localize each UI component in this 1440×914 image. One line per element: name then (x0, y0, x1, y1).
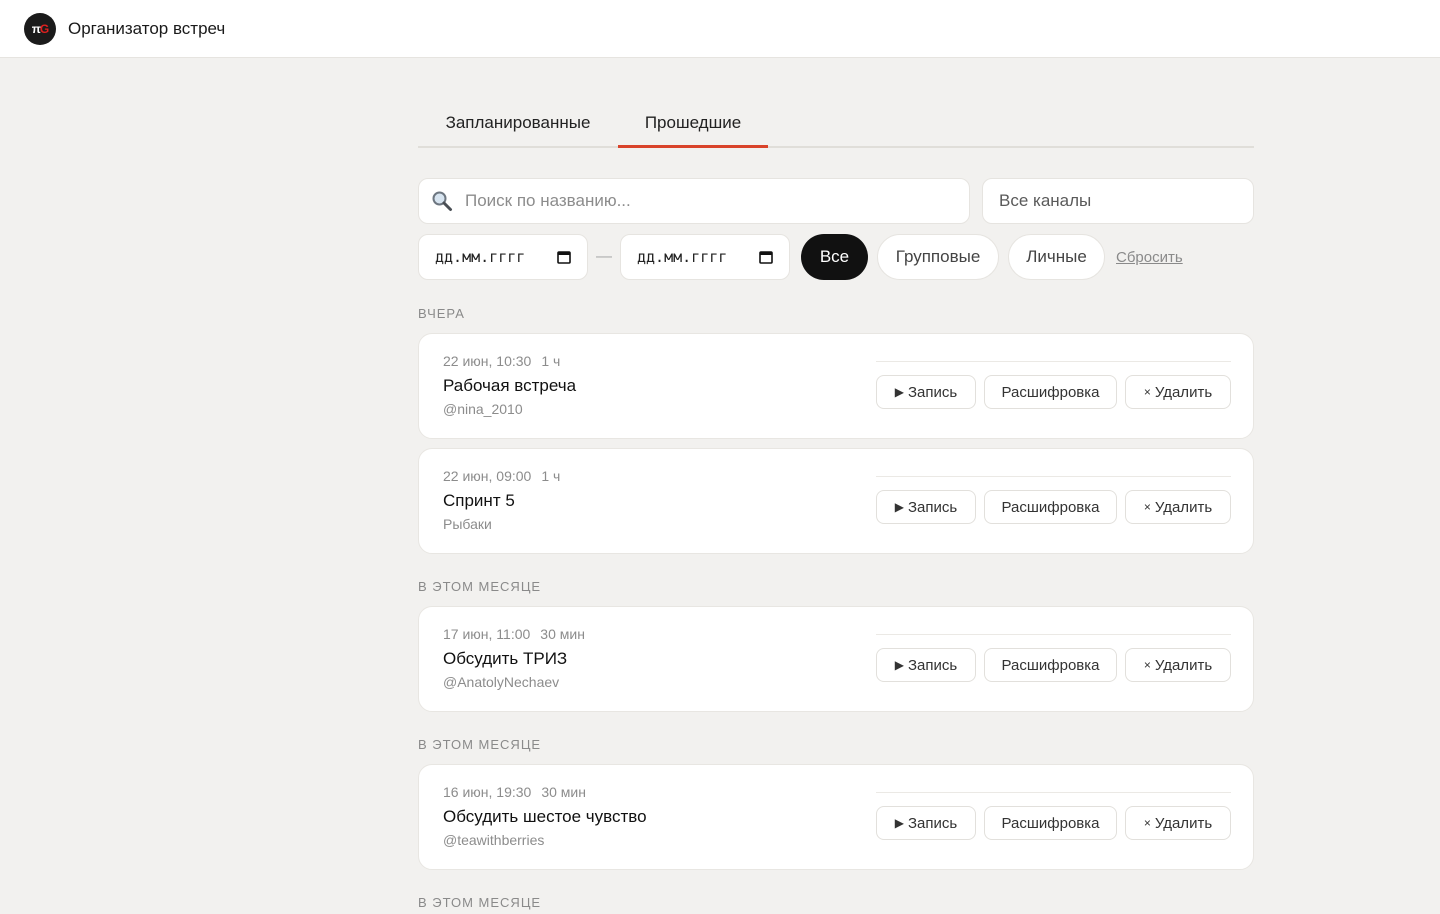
transcript-button[interactable]: Расшифровка (984, 490, 1117, 524)
recording-button[interactable]: ▶ Запись (876, 648, 976, 682)
calendar-icon (759, 251, 773, 264)
tab-scheduled[interactable]: Запланированные (418, 58, 618, 146)
app-title: Организатор встреч (68, 18, 226, 38)
play-icon: ▶ (894, 385, 904, 399)
date-from-placeholder: дд.мм.гггг (435, 248, 526, 266)
section-label: ВЧЕРА (418, 306, 465, 321)
meeting-card: 22 июн, 10:30 1 ч Рабочая встреча @nina_2… (418, 333, 1254, 439)
date-to-placeholder: дд.мм.гггг (637, 248, 728, 266)
delete-button[interactable]: × Удалить (1125, 490, 1231, 524)
reset-filters-link[interactable]: Сбросить (1116, 249, 1183, 266)
search-input[interactable] (465, 191, 945, 211)
close-icon: × (1143, 385, 1151, 399)
meeting-meta: 16 июн, 19:30 30 мин (443, 784, 586, 800)
meeting-channel: @teawithberries (443, 832, 545, 848)
app-logo: πG (24, 12, 56, 45)
tab-bar: Запланированные Прошедшие (418, 58, 1254, 148)
recording-button[interactable]: ▶ Запись (876, 490, 976, 524)
meeting-time: 22 июн, 10:30 (443, 353, 532, 369)
divider (876, 361, 1231, 362)
play-icon: ▶ (894, 658, 904, 672)
search-icon (432, 191, 452, 211)
date-to-field[interactable]: дд.мм.гггг (620, 234, 790, 280)
recording-button[interactable]: ▶ Запись (876, 375, 976, 409)
meeting-card: 17 июн, 11:00 30 мин Обсудить ТРИЗ @Anato… (418, 606, 1254, 712)
section-label: В ЭТОМ МЕСЯЦЕ (418, 895, 542, 910)
meeting-channel: Рыбаки (443, 516, 492, 532)
meeting-card: 22 июн, 09:00 1 ч Спринт 5 Рыбаки ▶ Запись… (418, 448, 1254, 554)
meeting-duration: 1 ч (541, 468, 561, 484)
close-icon: × (1143, 658, 1151, 672)
play-icon: ▶ (894, 500, 904, 514)
main-content: Запланированные Прошедшие Все каналы дд.… (418, 58, 1254, 913)
transcript-button[interactable]: Расшифровка (984, 806, 1117, 840)
filter-pill-personal[interactable]: Личные (1008, 234, 1105, 280)
meeting-title: Рабочая встреча (443, 376, 577, 395)
play-icon: ▶ (894, 816, 904, 830)
top-bar: πG Организатор встреч (0, 0, 1440, 58)
filter-pill-group[interactable]: Групповые (877, 234, 999, 280)
date-from-field[interactable]: дд.мм.гггг (418, 234, 588, 280)
close-icon: × (1143, 816, 1151, 830)
recording-button[interactable]: ▶ Запись (876, 806, 976, 840)
transcript-button[interactable]: Расшифровка (984, 648, 1117, 682)
divider (876, 634, 1231, 635)
meeting-channel: @nina_2010 (443, 401, 523, 417)
calendar-icon (557, 251, 571, 264)
divider (876, 792, 1231, 793)
meeting-title: Спринт 5 (443, 491, 515, 510)
meeting-title: Обсудить ТРИЗ (443, 649, 568, 668)
date-separator: — (596, 248, 612, 265)
meeting-duration: 1 ч (541, 353, 561, 369)
search-box[interactable] (418, 178, 970, 224)
meeting-title: Обсудить шестое чувство (443, 807, 647, 826)
close-icon: × (1143, 500, 1151, 514)
meeting-time: 22 июн, 09:00 (443, 468, 532, 484)
meeting-channel: @AnatolyNechaev (443, 674, 560, 690)
meeting-meta: 17 июн, 11:00 30 мин (443, 626, 585, 642)
section-label: В ЭТОМ МЕСЯЦЕ (418, 579, 542, 594)
filter-pill-all[interactable]: Все (801, 234, 868, 280)
transcript-button[interactable]: Расшифровка (984, 375, 1117, 409)
channel-select[interactable]: Все каналы (982, 178, 1254, 224)
delete-button[interactable]: × Удалить (1125, 375, 1231, 409)
delete-button[interactable]: × Удалить (1125, 648, 1231, 682)
delete-button[interactable]: × Удалить (1125, 806, 1231, 840)
meeting-duration: 30 мин (540, 626, 585, 642)
meeting-meta: 22 июн, 09:00 1 ч (443, 468, 560, 484)
divider (876, 476, 1231, 477)
section-label: В ЭТОМ МЕСЯЦЕ (418, 737, 542, 752)
meeting-time: 16 июн, 19:30 (443, 784, 532, 800)
meeting-card: 16 июн, 19:30 30 мин Обсудить шестое чувс… (418, 764, 1254, 870)
meeting-duration: 30 мин (541, 784, 586, 800)
meeting-meta: 22 июн, 10:30 1 ч (443, 353, 560, 369)
tab-past[interactable]: Прошедшие (618, 58, 768, 148)
meeting-time: 17 июн, 11:00 (443, 626, 531, 642)
